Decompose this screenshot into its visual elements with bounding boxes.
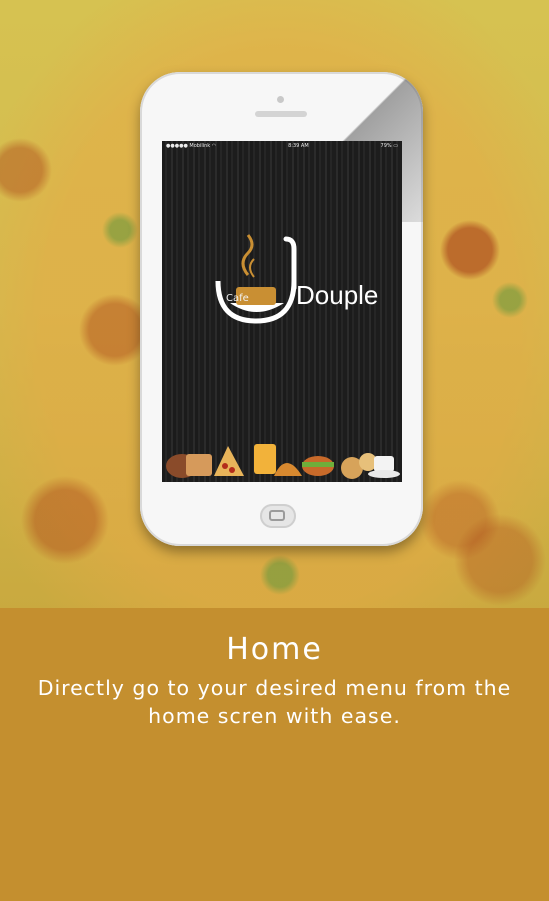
signal-icon: ●●●●● <box>166 143 188 149</box>
status-bar: ●●●●● Mobilink ◠ 8:39 AM 79% ▭ <box>162 141 402 151</box>
bakery-food-illustration <box>166 444 400 479</box>
home-button-icon <box>269 510 285 521</box>
home-button[interactable] <box>260 504 296 528</box>
status-left: ●●●●● Mobilink ◠ <box>166 143 216 149</box>
wifi-icon: ◠ <box>211 143 217 149</box>
status-right: 79% ▭ <box>381 143 398 149</box>
app-splash-screen: ●●●●● Mobilink ◠ 8:39 AM 79% ▭ Cafe Doup… <box>162 141 402 482</box>
feature-description: Directly go to your desired menu from th… <box>37 676 512 728</box>
phone-mockup: ●●●●● Mobilink ◠ 8:39 AM 79% ▭ Cafe Doup… <box>140 72 423 546</box>
carrier-label: Mobilink <box>189 143 211 149</box>
cafe-douple-logo: Cafe Douple <box>208 233 378 333</box>
front-camera <box>277 96 284 103</box>
feature-info-panel: Home Directly go to your desired menu fr… <box>0 608 549 901</box>
logo-cafe-text: Cafe <box>226 293 249 304</box>
battery-icon: ▭ <box>393 143 398 149</box>
status-time: 8:39 AM <box>288 143 309 149</box>
logo-brand-text: Douple <box>296 280 379 310</box>
feature-title: Home <box>226 632 323 667</box>
battery-percent: 79% <box>380 143 392 149</box>
phone-speaker <box>255 111 307 117</box>
